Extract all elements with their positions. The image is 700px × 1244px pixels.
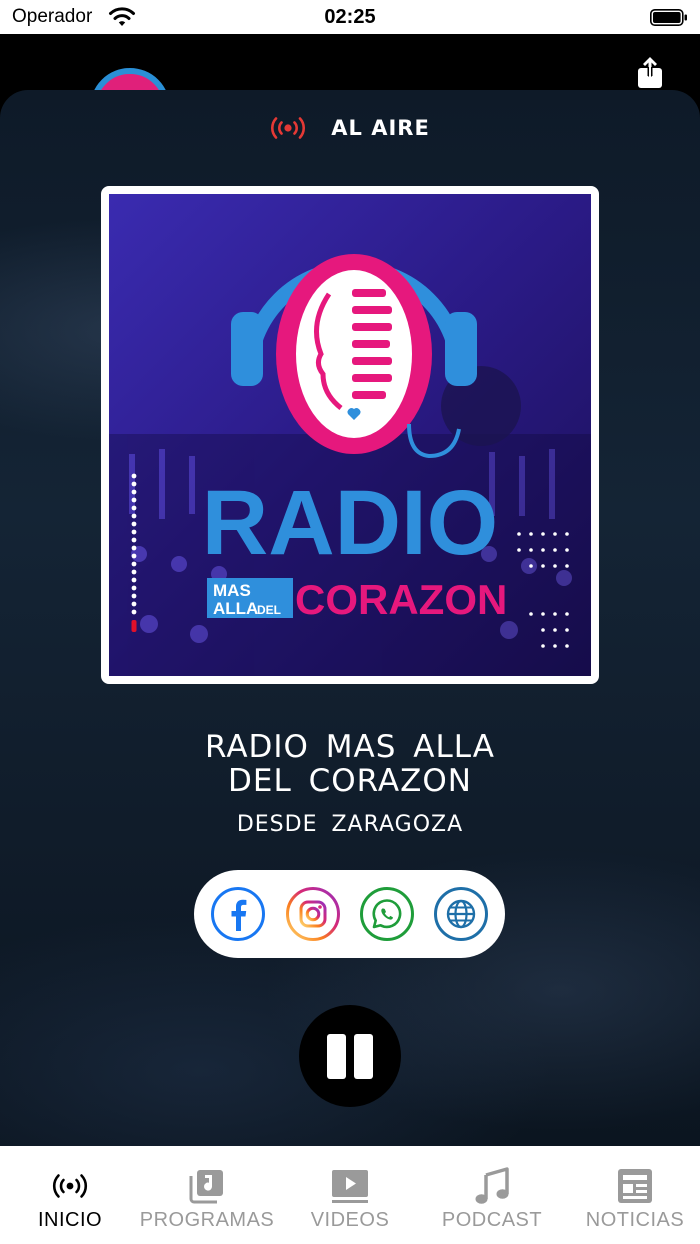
- pause-icon: [327, 1034, 346, 1079]
- cover-word-alla: ALLA: [213, 599, 258, 618]
- tab-label-podcast: PODCAST: [441, 1209, 543, 1231]
- tab-bar: INICIO PROGRAMAS VIDEOS PODCAST NOTICIAS: [0, 1146, 700, 1244]
- now-playing-panel: AL AIRE RADIO MAS ALLA DEL CORAZON RADIO…: [0, 90, 700, 1146]
- header-strip: [0, 34, 700, 148]
- broadcast-icon: [52, 1174, 88, 1198]
- instagram-icon: [286, 887, 340, 941]
- tab-label-inicio: INICIO: [37, 1209, 103, 1231]
- tab-label-noticias: NOTICIAS: [585, 1209, 685, 1231]
- battery-icon: [650, 9, 687, 26]
- cover-word-corazon: CORAZON: [295, 576, 507, 623]
- facebook-button[interactable]: [210, 886, 266, 942]
- live-indicator: AL AIRE: [0, 116, 700, 146]
- live-label: AL AIRE: [331, 116, 430, 140]
- tab-label-videos: VIDEOS: [310, 1209, 390, 1231]
- news-icon: [618, 1169, 652, 1203]
- play-video-icon: [332, 1170, 368, 1203]
- whatsapp-icon: [360, 887, 414, 941]
- station-subtitle: DESDE ZARAGOZA: [236, 812, 464, 837]
- tab-label-programas: PROGRAMAS: [139, 1209, 275, 1231]
- tab-podcast[interactable]: PODCAST: [422, 1146, 562, 1244]
- tab-inicio[interactable]: INICIO: [0, 1146, 140, 1244]
- album-cover: RADIO MAS ALLA DEL CORAZON: [101, 186, 599, 684]
- clock: 02:25: [324, 6, 376, 28]
- social-links: [194, 870, 505, 958]
- music-note-icon: [475, 1167, 509, 1204]
- cover-word-mas: MAS: [213, 581, 251, 600]
- whatsapp-button[interactable]: [359, 886, 415, 942]
- station-name: RADIO MAS ALLA DEL CORAZON: [205, 729, 495, 799]
- tab-noticias[interactable]: NOTICIAS: [565, 1146, 700, 1244]
- broadcast-live-icon: [271, 117, 306, 139]
- music-library-icon: [189, 1170, 223, 1204]
- pause-button[interactable]: [299, 1005, 401, 1107]
- cover-word-del: DEL: [257, 603, 281, 617]
- cover-word-radio: RADIO: [202, 472, 498, 574]
- website-button[interactable]: [433, 886, 489, 942]
- tab-videos[interactable]: VIDEOS: [280, 1146, 420, 1244]
- tab-programas[interactable]: PROGRAMAS: [137, 1146, 277, 1244]
- facebook-icon: [211, 887, 265, 941]
- pause-icon-bar: [354, 1034, 373, 1079]
- instagram-button[interactable]: [285, 886, 341, 942]
- globe-icon: [434, 887, 488, 941]
- share-icon[interactable]: [636, 56, 664, 90]
- status-bar: Operador 02:25: [0, 0, 700, 34]
